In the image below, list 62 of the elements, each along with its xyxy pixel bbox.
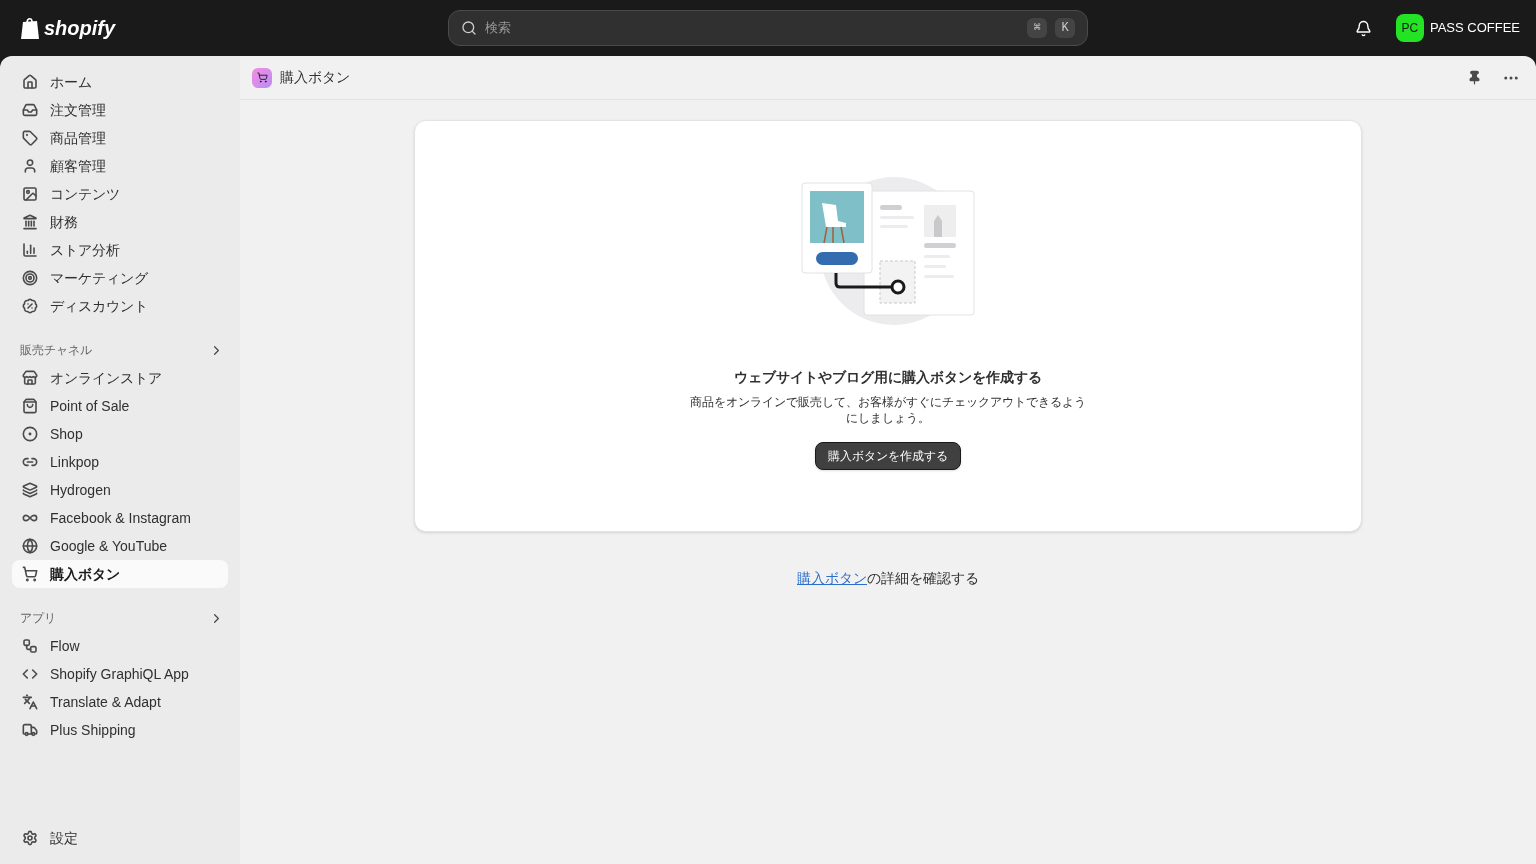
sidebar-item[interactable]: マーケティング [12,264,228,292]
sidebar-item[interactable]: Plus Shipping [12,716,228,744]
learn-more-text: 購入ボタンの詳細を確認する [797,569,979,588]
search-input[interactable]: 検索 [485,18,1019,38]
section-heading: 販売チャネル [20,342,92,359]
tag-icon [22,130,38,146]
store-name[interactable]: PASS COFFEE [1429,18,1520,38]
inbox-icon [22,102,38,118]
target-icon [22,270,38,286]
sidebar-item[interactable]: 財務 [12,208,228,236]
sidebar-item[interactable]: 設定 [12,824,228,852]
cart-icon [22,566,38,582]
bar-chart-icon [22,242,38,258]
shortcut-key: K [1055,18,1075,38]
settings-icon [22,830,38,846]
notification-bell-icon[interactable] [1354,19,1372,37]
search-field[interactable]: 検索 ⌘ K [448,10,1088,46]
sidebar-item[interactable]: オンラインストア [12,364,228,392]
sidebar-item[interactable]: ホーム [12,68,228,96]
sidebar-item[interactable]: コンテンツ [12,180,228,208]
layers-icon [22,482,38,498]
shopping-bag-logo-icon [20,16,40,40]
sidebar-item[interactable]: Shop [12,420,228,448]
sidebar-item[interactable]: Translate & Adapt [12,688,228,716]
store-avatar[interactable]: PC [1395,14,1424,42]
bag-icon [22,398,38,414]
code-icon [22,666,38,682]
sidebar-item[interactable]: 商品管理 [12,124,228,152]
sidebar-item[interactable]: Facebook & Instagram [12,504,228,532]
create-buy-button[interactable]: 購入ボタンを作成する [815,442,961,470]
sidebar-item[interactable]: Point of Sale [12,392,228,420]
app-icon [252,67,272,88]
flow-icon [22,638,38,654]
section-heading: アプリ [20,610,56,627]
sidebar-item[interactable]: 購入ボタン [12,560,228,588]
buy-button-link[interactable]: 購入ボタン [797,570,867,586]
circle-icon [22,426,38,442]
sidebar-item[interactable]: ディスカウント [12,292,228,320]
home-icon [22,74,38,90]
globe-icon [22,538,38,554]
sidebar-item[interactable]: Flow [12,632,228,660]
shortcut-key: ⌘ [1027,18,1047,38]
page-title: 購入ボタン [280,68,350,87]
sidebar-item[interactable]: Google & YouTube [12,532,228,560]
sidebar-item[interactable]: ストア分析 [12,236,228,264]
translate-icon [22,694,38,710]
sidebar-item[interactable]: 顧客管理 [12,152,228,180]
logo-wordmark[interactable]: shopify [44,13,116,43]
sidebar-item[interactable]: 注文管理 [12,96,228,124]
store-icon [22,370,38,386]
sidebar-item[interactable]: Hydrogen [12,476,228,504]
bank-icon [22,214,38,230]
image-icon [22,186,38,202]
empty-state-description: 商品をオンラインで販売して、お客様がすぐにチェックアウトできるようにしましょう。 [689,394,1087,426]
person-icon [22,158,38,174]
sidebar-item[interactable]: Shopify GraphiQL App [12,660,228,688]
search-icon [461,20,477,36]
empty-state-heading: ウェブサイトやブログ用に購入ボタンを作成する [734,368,1042,387]
truck-icon [22,722,38,738]
percent-badge-icon [22,298,38,314]
pin-icon[interactable] [1467,70,1482,85]
sidebar-item[interactable]: Linkpop [12,448,228,476]
